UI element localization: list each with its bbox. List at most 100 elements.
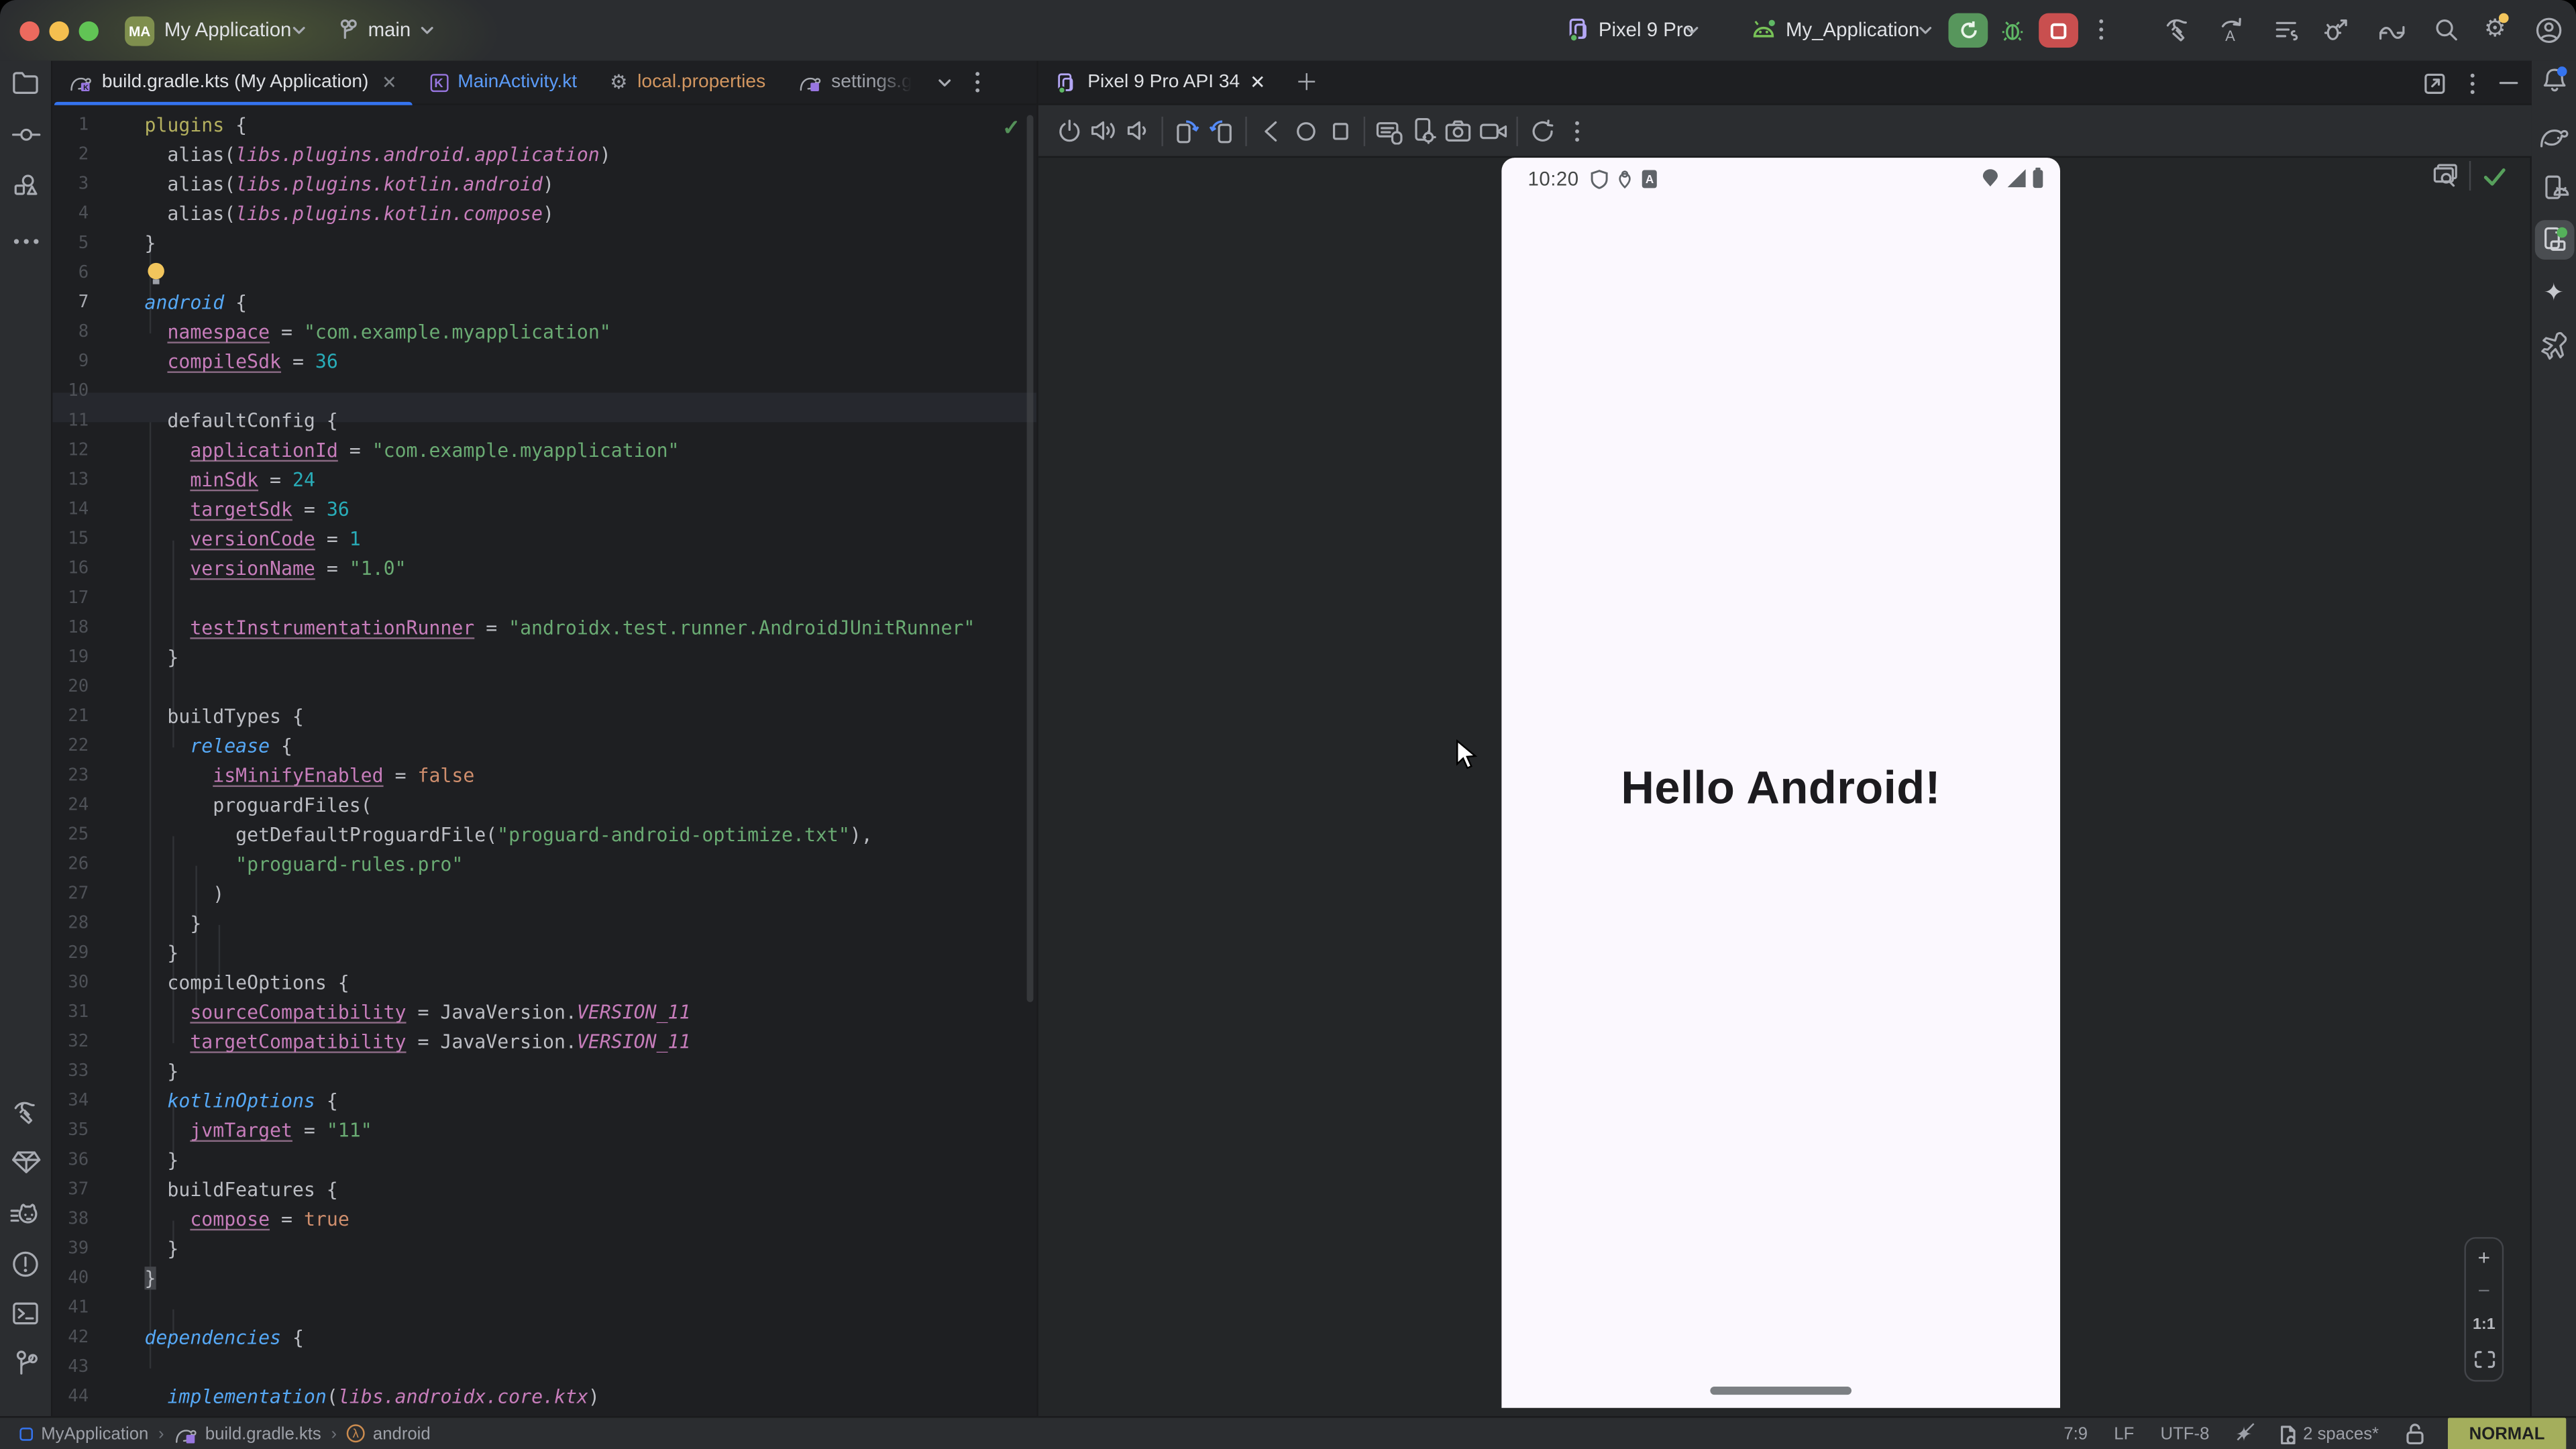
- rotate-left-icon[interactable]: [1170, 105, 1204, 157]
- problems-icon[interactable]: [9, 1247, 42, 1280]
- power-button-icon[interactable]: [1051, 105, 1085, 157]
- more-vertical-icon[interactable]: [2093, 18, 2109, 41]
- git-branch-name[interactable]: main: [368, 18, 411, 41]
- close-icon[interactable]: ✕: [382, 72, 397, 93]
- code-line[interactable]: 16 versionName = "1.0": [52, 553, 1036, 583]
- code-line[interactable]: 37 buildFeatures {: [52, 1175, 1036, 1204]
- logcat-cat-icon[interactable]: [9, 1197, 42, 1230]
- volume-up-icon[interactable]: [1086, 105, 1120, 157]
- code-line[interactable]: 15 versionCode = 1: [52, 524, 1036, 553]
- tab-options-icon[interactable]: [975, 70, 981, 93]
- device-manager-icon[interactable]: [2537, 172, 2570, 205]
- hardware-input-icon[interactable]: [1372, 105, 1406, 157]
- zoom-reset-button[interactable]: 1:1: [2473, 1316, 2496, 1334]
- airplane-icon[interactable]: [2537, 329, 2570, 362]
- hide-panel-icon[interactable]: [2499, 80, 2518, 85]
- close-icon[interactable]: ✕: [1250, 70, 1266, 93]
- gemini-gem-icon[interactable]: [9, 1145, 42, 1178]
- attach-debugger-icon[interactable]: [2321, 16, 2349, 44]
- code-line[interactable]: 11 defaultConfig {: [52, 406, 1036, 435]
- code-line[interactable]: 5}: [52, 228, 1036, 258]
- code-line[interactable]: 18 testInstrumentationRunner = "androidx…: [52, 612, 1036, 642]
- code-line[interactable]: 22 release {: [52, 731, 1036, 761]
- gemini-sparkle-icon[interactable]: ✦: [2537, 276, 2570, 309]
- gradle-sync-icon[interactable]: [2377, 16, 2407, 44]
- gesture-navigation-bar[interactable]: [1710, 1387, 1851, 1395]
- build-hammer-icon[interactable]: [2163, 16, 2192, 44]
- notifications-bell-icon[interactable]: [2537, 64, 2570, 97]
- code-line[interactable]: 23 isMinifyEnabled = false: [52, 761, 1036, 790]
- code-line[interactable]: 44 implementation(libs.androidx.core.ktx…: [52, 1382, 1036, 1411]
- project-folder-icon[interactable]: [9, 66, 42, 99]
- volume-down-icon[interactable]: [1120, 105, 1155, 157]
- screen-record-icon[interactable]: [1475, 105, 1509, 157]
- code-line[interactable]: 25 getDefaultProguardFile("proguard-andr…: [52, 820, 1036, 849]
- open-new-window-icon[interactable]: [2423, 72, 2446, 95]
- code-line[interactable]: 10: [52, 376, 1036, 406]
- build-tool-icon[interactable]: [9, 1095, 42, 1128]
- code-line[interactable]: 38 compose = true: [52, 1204, 1036, 1234]
- macos-minimize-button[interactable]: [49, 21, 68, 41]
- device-screen[interactable]: 10:20 A Hello Android!: [1501, 158, 2060, 1408]
- code-line[interactable]: 36 }: [52, 1145, 1036, 1175]
- line-ending[interactable]: LF: [2114, 1424, 2134, 1444]
- macos-zoom-button[interactable]: [79, 21, 99, 41]
- running-devices-icon[interactable]: [2534, 220, 2574, 260]
- code-line[interactable]: 32 targetCompatibility = JavaVersion.VER…: [52, 1027, 1036, 1057]
- more-tool-windows-icon[interactable]: [9, 225, 42, 258]
- tab-local-properties[interactable]: ⚙ local.properties: [594, 60, 782, 104]
- panel-options-icon[interactable]: [2469, 72, 2476, 95]
- android-home-icon[interactable]: [1288, 105, 1322, 157]
- code-line[interactable]: 41: [52, 1293, 1036, 1322]
- code-line[interactable]: 13 minSdk = 24: [52, 465, 1036, 494]
- apply-code-changes-icon[interactable]: [2272, 16, 2300, 44]
- code-editor[interactable]: 1plugins {2 alias(libs.plugins.android.a…: [52, 105, 1036, 1416]
- project-name[interactable]: My Application: [164, 18, 291, 41]
- indent-setting[interactable]: 2 spaces*: [2278, 1424, 2379, 1445]
- profile-icon[interactable]: [2535, 16, 2563, 44]
- zoom-out-button[interactable]: −: [2478, 1283, 2491, 1299]
- breadcrumb-file[interactable]: build.gradle.kts: [174, 1424, 321, 1443]
- unlocked-icon[interactable]: [2405, 1423, 2424, 1446]
- reset-icon[interactable]: [1525, 105, 1559, 157]
- code-line[interactable]: 2 alias(libs.plugins.android.application…: [52, 140, 1036, 169]
- terminal-icon[interactable]: [9, 1296, 42, 1329]
- code-line[interactable]: 20: [52, 672, 1036, 702]
- rerun-button[interactable]: [1948, 13, 1988, 48]
- intention-lightbulb-icon[interactable]: [148, 263, 164, 279]
- code-line[interactable]: 24 proguardFiles(: [52, 790, 1036, 820]
- code-line[interactable]: 27 ): [52, 879, 1036, 908]
- code-line[interactable]: 1plugins {: [52, 110, 1036, 140]
- code-line[interactable]: 12 applicationId = "com.example.myapplic…: [52, 435, 1036, 465]
- code-line[interactable]: 35 jvmTarget = "11": [52, 1116, 1036, 1145]
- inspection-ok-icon[interactable]: ✓: [1002, 115, 1020, 141]
- android-overview-icon[interactable]: [1322, 105, 1356, 157]
- editor-scrollbar[interactable]: [1027, 115, 1034, 1002]
- code-line[interactable]: 30 compileOptions {: [52, 967, 1036, 997]
- code-line[interactable]: 43: [52, 1352, 1036, 1382]
- commit-icon[interactable]: [9, 118, 42, 151]
- code-line[interactable]: 8 namespace = "com.example.myapplication…: [52, 317, 1036, 347]
- android-back-icon[interactable]: [1254, 105, 1288, 157]
- fit-to-window-icon[interactable]: [2473, 1350, 2495, 1368]
- hidden-tabs-chevron-icon[interactable]: [938, 78, 952, 86]
- code-line[interactable]: 28 }: [52, 908, 1036, 938]
- apply-changes-icon[interactable]: A: [2218, 16, 2246, 44]
- code-line[interactable]: 6: [52, 258, 1036, 287]
- stop-button[interactable]: [2039, 13, 2078, 48]
- device-selector[interactable]: Pixel 9 Pro: [1599, 18, 1694, 41]
- rotate-right-icon[interactable]: [1204, 105, 1238, 157]
- code-line[interactable]: 31 sourceCompatibility = JavaVersion.VER…: [52, 998, 1036, 1027]
- code-line[interactable]: 26 "proguard-rules.pro": [52, 849, 1036, 879]
- code-line[interactable]: 17: [52, 583, 1036, 612]
- code-line[interactable]: 14 targetSdk = 36: [52, 494, 1036, 524]
- version-control-branch-icon[interactable]: [9, 1346, 42, 1379]
- tab-mainactivity-kt[interactable]: K MainActivity.kt: [413, 60, 594, 104]
- caret-position[interactable]: 7:9: [2063, 1424, 2088, 1444]
- settings-gear-icon[interactable]: ⚙: [2484, 13, 2506, 43]
- code-line[interactable]: 34 kotlinOptions {: [52, 1086, 1036, 1116]
- vim-mode-badge[interactable]: NORMAL: [2448, 1417, 2567, 1449]
- toolbar-more-icon[interactable]: [1559, 105, 1593, 157]
- code-line[interactable]: 39 }: [52, 1234, 1036, 1263]
- encoding[interactable]: UTF-8: [2161, 1424, 2210, 1444]
